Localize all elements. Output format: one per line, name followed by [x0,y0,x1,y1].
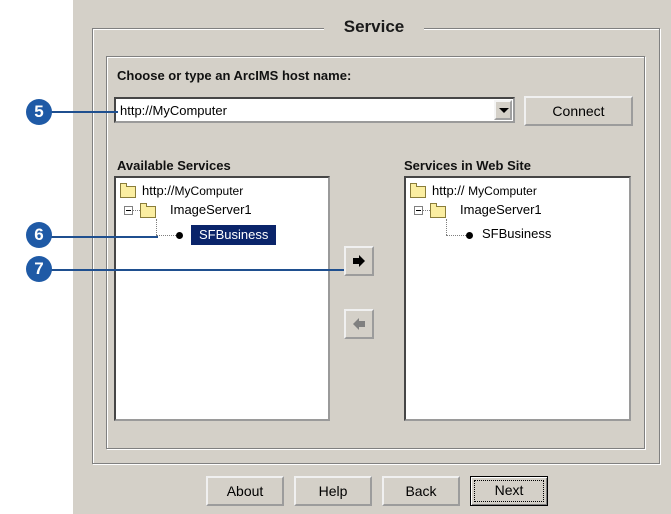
back-button[interactable]: Back [382,476,460,506]
add-service-button[interactable] [344,246,374,276]
web-site-service-item[interactable]: SFBusiness [482,226,551,241]
chevron-down-icon [499,108,509,113]
web-site-services-list[interactable]: http:// MyComputer ImageServer1 SFBusine… [404,176,631,421]
available-root-node[interactable]: http://MyComputer [142,183,243,198]
tree-connector [446,235,466,236]
about-button[interactable]: About [206,476,284,506]
available-server-node[interactable]: ImageServer1 [170,202,252,217]
folder-icon [410,183,426,198]
combo-dropdown-button[interactable] [494,100,512,120]
arrow-right-icon [353,255,365,267]
tree-connector [156,235,176,236]
collapse-icon[interactable] [124,206,133,215]
host-name-combobox[interactable]: http://MyComputer [114,97,515,123]
callout-5: 5 [26,99,52,125]
tree-connector [133,210,140,211]
connect-button[interactable]: Connect [524,96,633,126]
web-site-root-node[interactable]: http:// MyComputer [432,183,537,198]
service-dot-icon [176,232,183,239]
tree-connector [423,210,430,211]
focus-rectangle [474,480,544,502]
callout-7: 7 [26,256,52,282]
service-dot-icon [466,232,473,239]
callout-5-leader [50,111,118,113]
collapse-icon[interactable] [414,206,423,215]
web-site-server-node[interactable]: ImageServer1 [460,202,542,217]
folder-icon [430,203,446,218]
folder-icon [120,183,136,198]
callout-6: 6 [26,222,52,248]
folder-icon [140,203,156,218]
tree-connector [156,219,157,235]
web-site-services-label: Services in Web Site [404,158,531,173]
available-services-label: Available Services [117,158,231,173]
tree-connector [446,219,447,235]
arrow-left-icon [353,318,365,330]
host-prompt-label: Choose or type an ArcIMS host name: [117,68,352,83]
available-service-item-selected[interactable]: SFBusiness [191,225,277,245]
available-services-list[interactable]: http://MyComputer ImageServer1 SFBusines… [114,176,330,421]
callout-6-leader [50,236,158,238]
host-name-value[interactable]: http://MyComputer [120,103,227,118]
remove-service-button[interactable] [344,309,374,339]
next-button[interactable]: Next [470,476,548,506]
callout-7-leader [50,269,346,271]
group-title: Service [324,16,424,38]
help-button[interactable]: Help [294,476,372,506]
